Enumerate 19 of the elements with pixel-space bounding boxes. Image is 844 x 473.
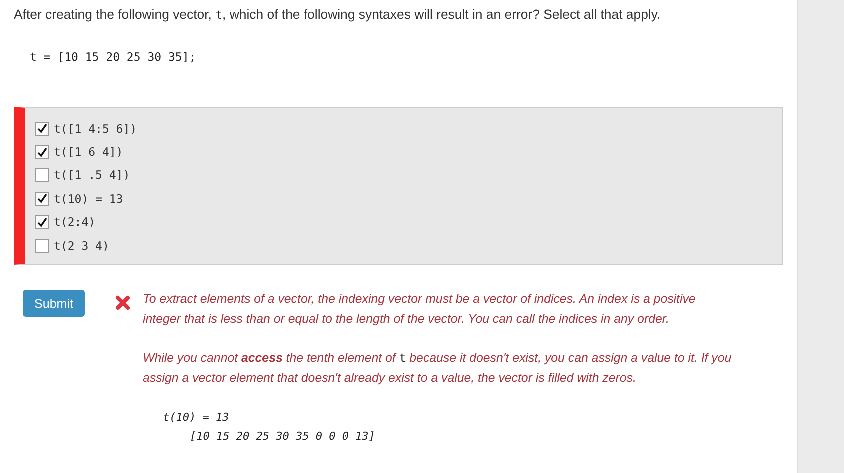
code-line: t = [10 15 20 25 30 35];: [30, 50, 198, 64]
checkbox[interactable]: [35, 122, 49, 136]
code-output: [10 15 20 25 30 35 0 0 0 13]: [190, 429, 376, 445]
checkbox[interactable]: [35, 168, 49, 182]
code-line: t(10) = 13: [163, 410, 230, 426]
question-text: After creating the following vector, t, which of the following syntaxes will result in an error? Select all that apply.: [14, 7, 662, 23]
checkbox[interactable]: [35, 145, 49, 160]
option-label: t(2 3 4): [54, 238, 110, 253]
option-label: t(10) = 13: [54, 192, 124, 206]
checkbox[interactable]: [35, 238, 49, 253]
option-label: t([1 6 4]): [54, 145, 124, 160]
option-label: t(2:4): [54, 215, 96, 230]
checkbox[interactable]: [35, 215, 49, 230]
checkbox[interactable]: [35, 192, 49, 206]
submit-button[interactable]: Submit: [23, 290, 85, 317]
option-label: t([1 4:5 6]): [54, 122, 138, 136]
feedback-text: While you cannot access the tenth element of t because it doesn't exist, you can assign a value to it. If you assign a vector element that doesn't already exist to a value, the vector is filled with zeros.: [143, 350, 733, 387]
option-label: t([1 .5 4]): [54, 168, 130, 182]
feedback-text: To extract elements of a vector, the indexing vector must be a vector of indices. An index is a positive integer that is less than or equal to the length of the vector. You can call the indices in any order.: [143, 291, 697, 328]
